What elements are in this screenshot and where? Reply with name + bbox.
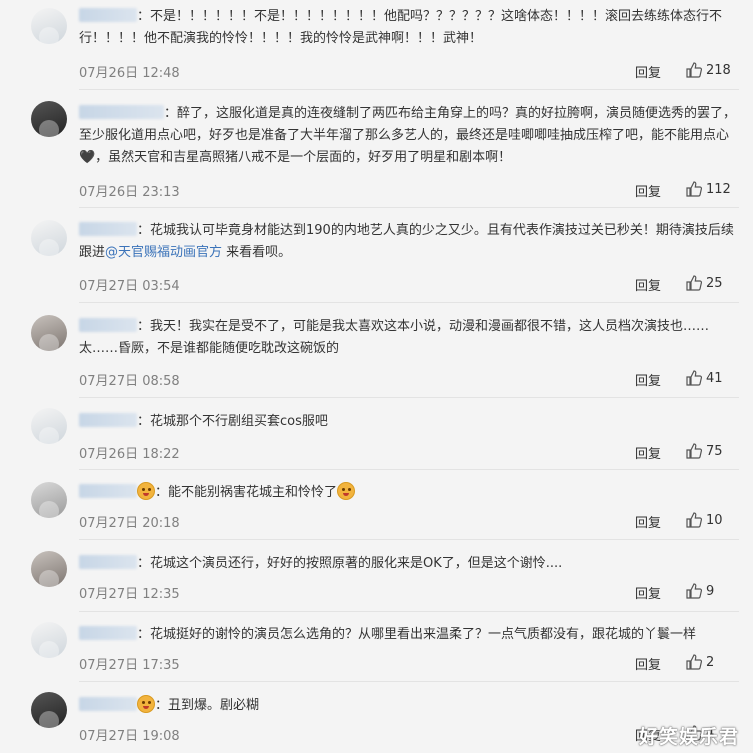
comment-time: 07月27日 08:58 xyxy=(79,374,180,389)
thumbs-up-icon xyxy=(686,370,702,386)
comment-time: 07月27日 20:18 xyxy=(79,516,180,531)
comment-text: ：花城这个演员还行，好好的按照原著的服化来是OK了，但是这个谢怜.... xyxy=(79,553,739,575)
like-count: 41 xyxy=(706,370,723,386)
avatar[interactable] xyxy=(31,692,67,728)
emoji-icon xyxy=(137,482,155,500)
reply-button[interactable]: 回复 xyxy=(635,512,661,531)
comment-time: 07月27日 17:35 xyxy=(79,658,180,673)
divider xyxy=(79,681,739,682)
username[interactable] xyxy=(79,318,137,332)
comment-text: ：能不能别祸害花城主和怜怜了 xyxy=(79,482,739,504)
avatar[interactable] xyxy=(31,482,67,518)
avatar[interactable] xyxy=(31,220,67,256)
username[interactable] xyxy=(79,555,137,569)
like-button[interactable]: 10 xyxy=(686,512,723,528)
emoji-icon xyxy=(337,482,356,500)
avatar[interactable] xyxy=(31,408,67,444)
watermark: 好笑娱乐君 xyxy=(638,726,739,748)
comment-time: 07月27日 12:35 xyxy=(79,587,180,602)
username[interactable] xyxy=(79,105,164,119)
like-button[interactable]: 41 xyxy=(686,370,723,386)
comment-time: 07月26日 18:22 xyxy=(79,447,180,462)
username[interactable] xyxy=(79,484,137,498)
emoji-icon xyxy=(137,695,155,713)
divider xyxy=(79,89,739,90)
username[interactable] xyxy=(79,413,137,427)
thumbs-up-icon xyxy=(686,62,702,78)
avatar[interactable] xyxy=(31,622,67,658)
thumbs-up-icon xyxy=(686,443,702,459)
avatar[interactable] xyxy=(31,8,67,44)
reply-button[interactable]: 回复 xyxy=(635,370,661,389)
username[interactable] xyxy=(79,697,137,711)
reply-button[interactable]: 回复 xyxy=(635,583,661,602)
like-count: 218 xyxy=(706,62,731,78)
divider xyxy=(79,539,739,540)
like-button[interactable]: 112 xyxy=(686,181,731,197)
like-button[interactable]: 218 xyxy=(686,62,731,78)
reply-button[interactable]: 回复 xyxy=(635,62,661,81)
like-button[interactable]: 9 xyxy=(686,583,714,599)
reply-button[interactable]: 回复 xyxy=(635,443,661,462)
divider xyxy=(79,469,739,470)
reply-button[interactable]: 回复 xyxy=(635,654,661,673)
like-button[interactable]: 2 xyxy=(686,654,714,670)
comment-text: ：花城挺好的谢怜的演员怎么选角的？从哪里看出来温柔了？一点气质都没有，跟花城的丫… xyxy=(79,624,739,646)
thumbs-up-icon xyxy=(686,275,702,291)
reply-button[interactable]: 回复 xyxy=(635,275,661,294)
thumbs-up-icon xyxy=(686,512,702,528)
username[interactable] xyxy=(79,8,137,22)
reply-button[interactable]: 回复 xyxy=(635,181,661,200)
avatar[interactable] xyxy=(31,551,67,587)
comment-text: ：丑到爆。剧必糊 xyxy=(79,695,739,717)
comment-time: 07月26日 12:48 xyxy=(79,66,180,81)
comment-time: 07月27日 19:08 xyxy=(79,729,180,744)
username[interactable] xyxy=(79,222,137,236)
comment-text: ：花城那个不行剧组买套cos服吧 xyxy=(79,411,739,433)
comment-text: ：不是！！！！！！不是！！！！！！！！他配吗？？？？？？这啥体态！！！！滚回去练… xyxy=(79,8,723,46)
divider xyxy=(79,302,739,303)
avatar[interactable] xyxy=(31,101,67,137)
comment-text: ：醉了，这服化道是真的连夜缝制了两匹布给主角穿上的吗？真的好拉胯啊，演员随便选秀… xyxy=(79,105,737,165)
like-count: 10 xyxy=(706,512,723,528)
like-count: 2 xyxy=(706,654,715,670)
comment-text: ：我天！我实在是受不了，可能是我太喜欢这本小说，动漫和漫画都很不错，这人员档次演… xyxy=(79,318,710,356)
divider xyxy=(79,611,739,612)
divider xyxy=(79,207,739,208)
like-count: 75 xyxy=(706,443,723,459)
thumbs-up-icon xyxy=(686,181,702,197)
avatar[interactable] xyxy=(31,315,67,351)
username[interactable] xyxy=(79,626,137,640)
thumbs-up-icon xyxy=(686,654,702,670)
like-button[interactable]: 75 xyxy=(686,443,723,459)
comment-time: 07月26日 23:13 xyxy=(79,185,180,200)
comment-text: ：花城我认可毕竟身材能达到190的内地艺人真的少之又少。且有代表作演技过关已秒关… xyxy=(79,222,734,260)
like-button[interactable]: 25 xyxy=(686,275,723,291)
like-count: 25 xyxy=(706,275,723,291)
like-count: 112 xyxy=(706,181,731,197)
thumbs-up-icon xyxy=(686,583,702,599)
divider xyxy=(79,397,739,398)
mention-link[interactable]: @天官赐福动画官方 xyxy=(105,245,222,260)
like-count: 9 xyxy=(706,583,715,599)
comment-time: 07月27日 03:54 xyxy=(79,279,180,294)
